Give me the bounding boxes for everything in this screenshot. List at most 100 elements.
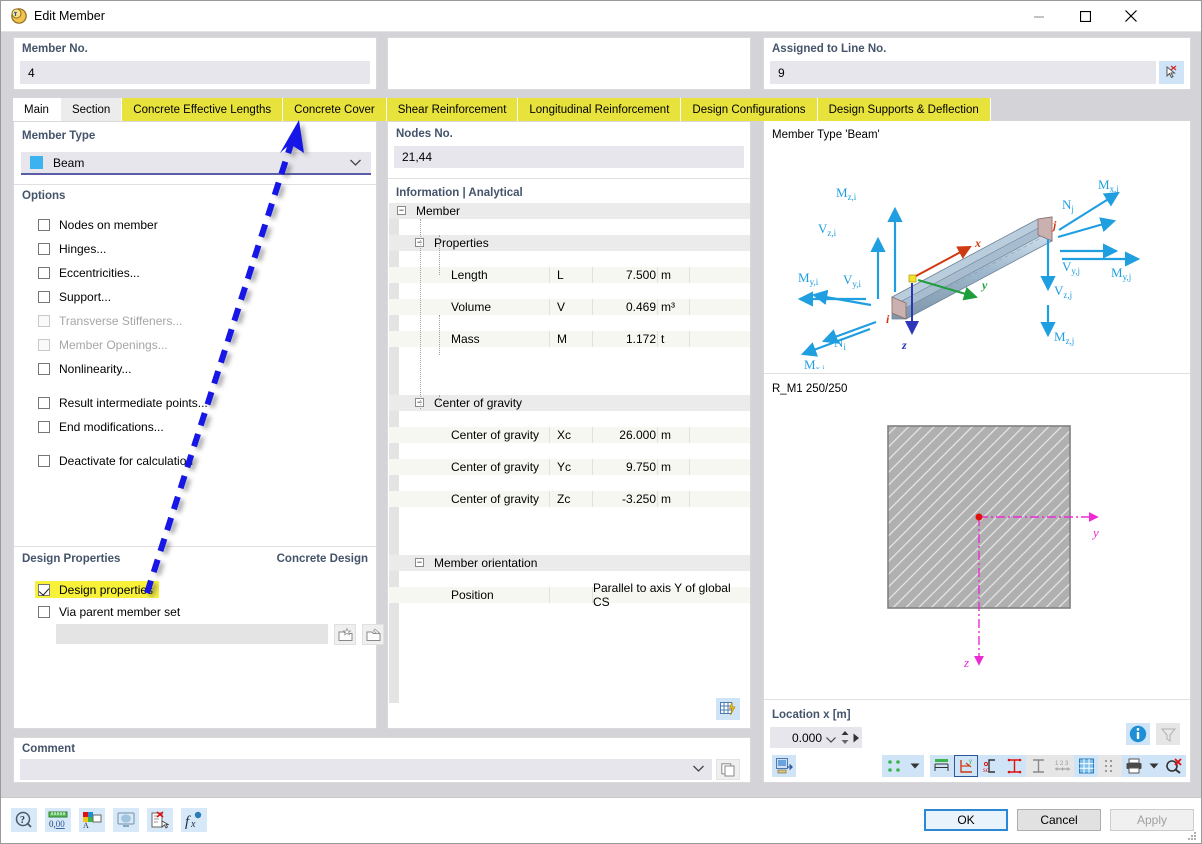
tree-row-cog-x: Center of gravity Xc 26.000 m [389, 427, 750, 443]
svg-text:Mz,i: Mz,i [836, 185, 857, 202]
print-button[interactable] [1122, 755, 1146, 777]
checkbox[interactable] [38, 396, 50, 409]
checkbox[interactable] [38, 242, 50, 255]
show-grid-button[interactable] [1074, 755, 1098, 777]
show-parts-button[interactable] [1026, 755, 1050, 777]
show-stress-points-button[interactable] [1002, 755, 1026, 777]
svg-text:Vy,j: Vy,j [1062, 259, 1080, 276]
nodes-no-input[interactable]: 21,44 [394, 146, 744, 168]
tab-concrete-effective-lengths[interactable]: Concrete Effective Lengths [122, 98, 284, 121]
option-end-modifications[interactable]: End modifications... [38, 418, 164, 435]
checkbox[interactable] [38, 218, 50, 231]
cancel-button[interactable]: Cancel [1017, 809, 1101, 831]
points-dropdown-button[interactable] [906, 755, 924, 777]
checkbox[interactable] [38, 420, 50, 433]
beam-force-diagram: x y z i j Mz,i Vz,i My,i Vy,i Ni Mx,i Mx… [797, 177, 1141, 369]
export-view-button[interactable] [772, 755, 796, 777]
tab-longitudinal-reinforcement[interactable]: Longitudinal Reinforcement [518, 98, 682, 121]
row-value: Parallel to axis Y of global CS [593, 581, 731, 609]
svg-text:1 2 3: 1 2 3 [1055, 761, 1069, 767]
new-member-set-icon[interactable] [334, 624, 356, 645]
design-properties-checkbox[interactable]: Design properties [35, 581, 160, 598]
filter-icon[interactable] [1156, 723, 1180, 745]
design-properties-label: Design Properties [22, 553, 121, 565]
select-line-icon[interactable] [1159, 61, 1184, 84]
display-properties-button[interactable]: A [79, 808, 105, 832]
checkbox[interactable] [38, 454, 50, 467]
print-dropdown-button[interactable] [1146, 755, 1162, 777]
row-label: Position [451, 588, 494, 602]
render-button[interactable] [113, 808, 139, 832]
member-type-value: Beam [53, 155, 85, 170]
location-x-spinner[interactable]: 0.000 [770, 727, 862, 748]
svg-text:Nj: Nj [1062, 197, 1074, 214]
checkbox[interactable] [38, 605, 50, 618]
tree-row-center-of-gravity-group[interactable]: − Center of gravity [389, 395, 750, 411]
row-symbol: Xc [557, 428, 572, 442]
checkbox[interactable] [38, 290, 50, 303]
row-value: 7.500 [625, 268, 656, 282]
option-deactivate-for-calculation[interactable]: Deactivate for calculation [38, 452, 193, 469]
resize-grip[interactable] [1187, 830, 1197, 840]
assigned-line-panel: Assigned to Line No. 9 [763, 37, 1191, 90]
tab-shear-reinforcement[interactable]: Shear Reinforcement [386, 98, 519, 121]
option-eccentricities[interactable]: Eccentricities... [38, 264, 140, 281]
option-nodes-on-member[interactable]: Nodes on member [38, 216, 158, 233]
tab-design-configurations[interactable]: Design Configurations [681, 98, 818, 121]
tab-concrete-cover[interactable]: Concrete Cover [283, 98, 387, 121]
checkbox [38, 314, 50, 327]
delete-button[interactable] [147, 808, 173, 832]
option-support[interactable]: Support... [38, 288, 111, 305]
options-label: Options [22, 190, 66, 202]
option-hinges[interactable]: Hinges... [38, 240, 106, 257]
info-icon[interactable] [1126, 723, 1150, 745]
copy-icon[interactable] [716, 759, 740, 780]
close-icon[interactable] [1108, 1, 1154, 31]
maximize-icon[interactable] [1062, 1, 1108, 31]
comment-input[interactable] [20, 759, 712, 780]
via-parent-member-set-checkbox[interactable]: Via parent member set [38, 603, 180, 620]
chevron-down-icon[interactable] [693, 763, 704, 775]
design-properties-checkbox-label: Design properties [59, 582, 154, 597]
checkbox[interactable] [38, 583, 50, 596]
tab-design-supports-deflection[interactable]: Design Supports & Deflection [817, 98, 991, 121]
reset-view-button[interactable] [1162, 755, 1186, 777]
collapse-icon[interactable]: − [397, 206, 406, 215]
units-button[interactable]: 0,00 [45, 808, 71, 832]
show-shear-center-button[interactable]: sc [978, 755, 1002, 777]
chevron-down-icon[interactable] [826, 732, 836, 746]
edit-member-set-icon[interactable] [362, 624, 384, 645]
tree-row-member-orientation-group[interactable]: − Member orientation [389, 555, 750, 571]
member-type-caption: Member Type 'Beam' [772, 129, 880, 141]
checkbox[interactable] [38, 266, 50, 279]
svg-text:Mz,j: Mz,j [1054, 329, 1074, 346]
main-tab-left-panel: Member Type Beam Options Nodes on member… [13, 121, 384, 729]
tree-row-properties[interactable]: − Properties [389, 235, 750, 251]
collapse-icon[interactable]: − [415, 558, 424, 567]
option-label: Deactivate for calculation [59, 453, 194, 468]
formula-button[interactable]: fx [181, 808, 207, 832]
tab-main[interactable]: Main [13, 98, 61, 121]
tree-row-position: Position Parallel to axis Y of global CS [389, 581, 750, 609]
assigned-line-input[interactable]: 9 [770, 61, 1156, 84]
show-dimensions-button[interactable] [930, 755, 954, 777]
checkbox[interactable] [38, 362, 50, 375]
parent-member-set-input[interactable] [56, 624, 328, 644]
show-axes-button[interactable]: y [954, 755, 978, 777]
table-lightning-icon[interactable] [716, 698, 740, 720]
help-button[interactable]: ? [11, 808, 37, 832]
show-points-button[interactable] [882, 755, 906, 777]
show-numbering-button[interactable]: 1 2 3 [1050, 755, 1074, 777]
show-mesh-button[interactable] [1098, 755, 1122, 777]
minimize-icon[interactable] [1016, 1, 1062, 31]
member-type-dropdown[interactable]: Beam [21, 152, 371, 175]
ok-button[interactable]: OK [924, 809, 1008, 831]
play-next-icon[interactable] [853, 732, 860, 746]
option-result-intermediate-points[interactable]: Result intermediate points... [38, 394, 208, 411]
spinner-up-down-icon[interactable] [841, 731, 849, 747]
member-no-input[interactable]: 4 [20, 61, 370, 84]
tab-section[interactable]: Section [60, 98, 123, 121]
option-nonlinearity[interactable]: Nonlinearity... [38, 360, 131, 377]
chevron-down-icon[interactable] [350, 157, 361, 169]
tree-row-member[interactable]: − Member [389, 203, 750, 219]
